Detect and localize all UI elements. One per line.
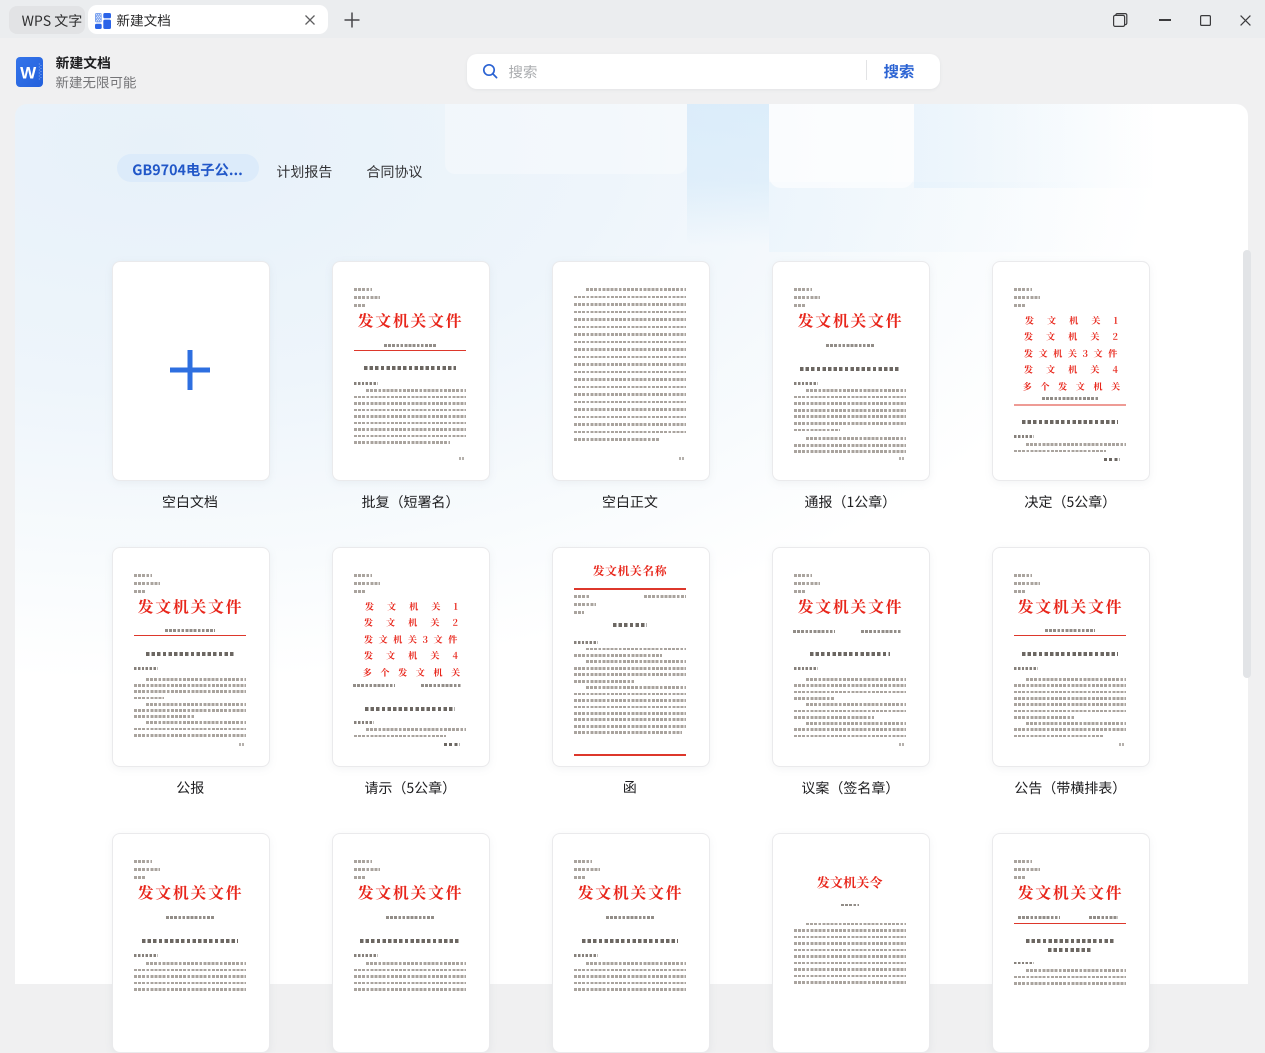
- svg-text:W: W: [20, 64, 37, 83]
